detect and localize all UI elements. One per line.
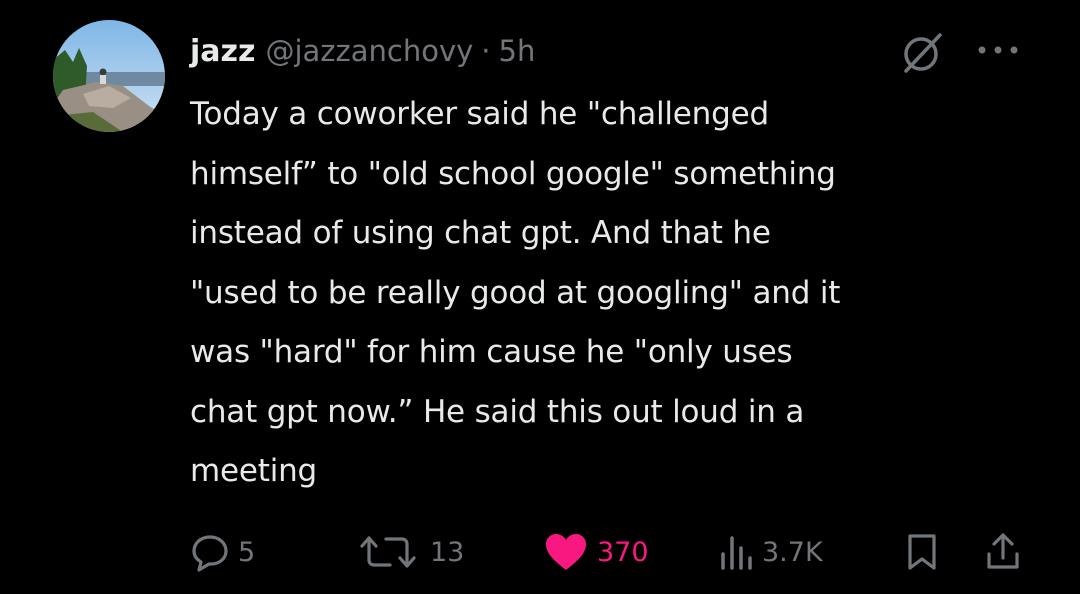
tweet-header: jazz @jazzanchovy · 5h [190,26,535,76]
views-button[interactable]: 3.7K [718,525,823,579]
share-icon [987,533,1019,569]
bookmark-button[interactable] [905,525,939,579]
views-count: 3.7K [762,536,823,568]
display-name[interactable]: jazz [190,34,255,69]
reply-icon [192,535,228,572]
avatar-image [53,20,165,132]
share-button[interactable] [985,525,1021,579]
reply-count: 5 [238,536,256,568]
like-button[interactable]: 370 [543,525,649,579]
bookmark-icon [908,534,936,570]
repost-count: 13 [430,536,465,568]
repost-icon [360,536,416,568]
timestamp[interactable]: 5h [499,34,536,68]
repost-button[interactable]: 13 [356,525,464,579]
separator-dot: · [481,34,491,68]
user-handle[interactable]: @jazzanchovy [265,34,473,68]
avatar[interactable] [53,20,165,132]
like-count: 370 [597,536,649,568]
grok-icon[interactable] [900,31,944,75]
reply-button[interactable]: 5 [190,525,255,579]
action-bar: 5 13 370 3.7K [0,525,1080,579]
views-icon [721,536,752,570]
more-icon[interactable] [975,40,1021,60]
tweet-text: Today a coworker said he "challenged him… [190,96,841,489]
heart-icon [546,534,586,570]
